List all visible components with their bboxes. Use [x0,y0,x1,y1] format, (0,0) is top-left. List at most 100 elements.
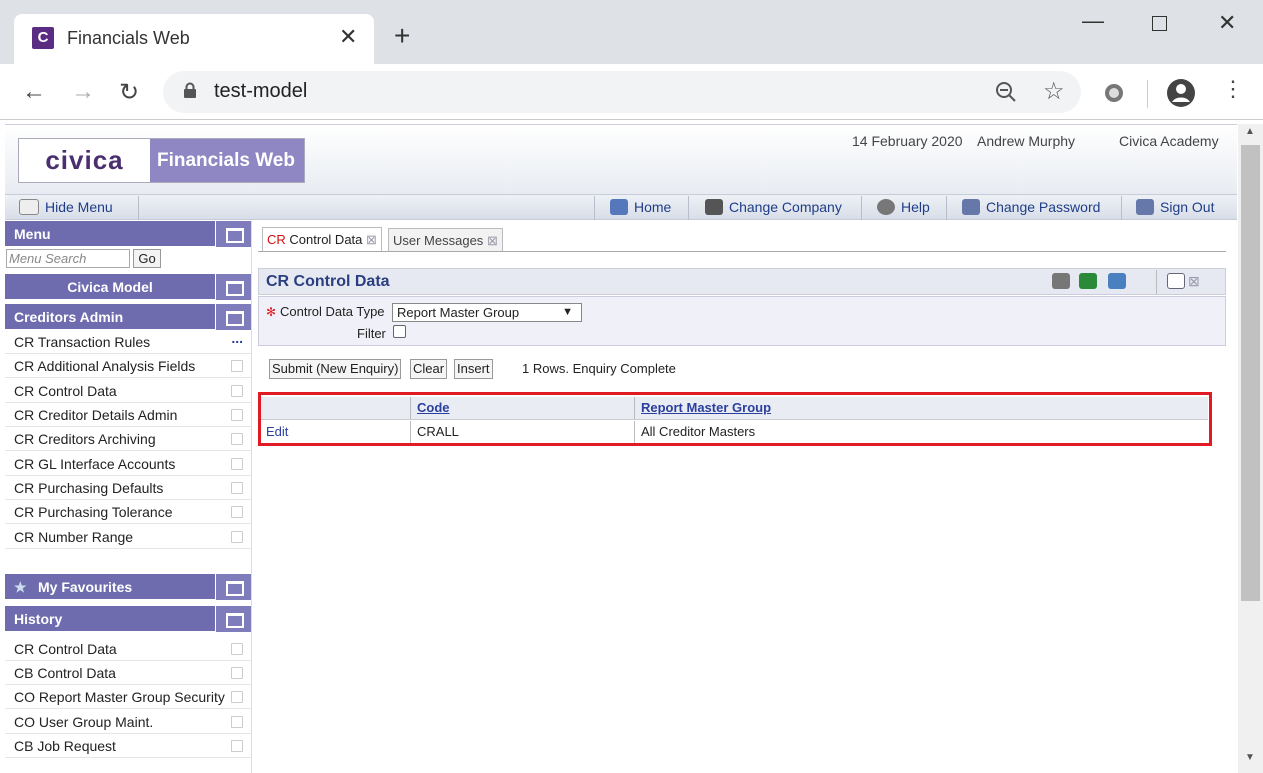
sidebar-item-label: CR Creditor Details Admin [14,407,178,423]
open-external-icon[interactable] [231,531,243,543]
open-external-icon[interactable] [231,506,243,518]
zoom-out-icon[interactable] [995,81,1017,103]
change-password-link[interactable]: Change Password [962,199,1100,215]
history-item[interactable]: CR Control Data [5,637,251,661]
print-icon[interactable] [1052,273,1070,289]
favourites-panel-header[interactable]: ★ My Favourites [5,574,251,600]
submit-button[interactable]: Submit (New Enquiry) [269,359,402,379]
control-type-select[interactable]: Report Master Group ▼ [392,303,582,322]
menubar-divider [1121,196,1122,220]
history-item-label: CB Control Data [14,665,116,681]
panel-toggle-icon[interactable] [215,574,251,600]
open-external-icon[interactable] [231,385,243,397]
dropdown-arrow-icon: ▼ [562,306,573,318]
home-link[interactable]: Home [610,199,671,215]
hide-menu-icon [19,199,39,215]
history-item[interactable]: CB Control Data [5,661,251,685]
sidebar-item[interactable]: CR Number Range [5,525,251,549]
sign-out-link[interactable]: Sign Out [1136,199,1214,215]
panel-toggle-icon[interactable] [215,606,251,632]
history-panel-header[interactable]: History [5,606,251,632]
page-title: CR Control Data [266,273,390,290]
clear-button[interactable]: Clear [410,359,448,379]
scroll-up-icon[interactable]: ▲ [1245,126,1255,137]
open-external-icon[interactable] [231,643,243,655]
hide-menu-button[interactable]: Hide Menu [19,199,113,215]
sidebar-item[interactable]: CR Transaction Rules... [5,330,251,354]
open-external-icon[interactable] [231,716,243,728]
scrollbar-thumb[interactable] [1241,145,1260,601]
history-item[interactable]: CO User Group Maint. [5,710,251,734]
tab-cr-control-data[interactable]: CR Control Data ⊠ [262,227,382,252]
window-close-icon[interactable]: ✕ [1218,10,1236,36]
sidebar-item[interactable]: CR Creditor Details Admin [5,403,251,427]
address-bar[interactable]: test-model ☆ [163,71,1081,113]
sidebar-item[interactable]: CR Purchasing Defaults [5,476,251,500]
open-external-icon[interactable] [231,667,243,679]
bookmark-star-icon[interactable]: ☆ [1043,77,1065,106]
document-export-icon[interactable] [1108,273,1126,289]
back-arrow-icon[interactable]: ← [22,78,46,106]
help-link[interactable]: Help [877,199,930,215]
more-icon[interactable]: ... [231,326,243,350]
sidebar-item[interactable]: CR Purchasing Tolerance [5,500,251,524]
header-date: 14 February 2020 [852,133,963,149]
open-external-icon[interactable] [231,482,243,494]
change-company-link[interactable]: Change Company [705,199,842,215]
close-panel-icon[interactable]: ⊠ [1188,273,1200,290]
status-text: 1 Rows. Enquiry Complete [522,361,676,376]
new-tab-icon[interactable]: + [394,22,410,50]
sidebar-item-label: CR GL Interface Accounts [14,456,176,472]
history-title: History [14,611,63,627]
sidebar-item-label: CR Creditors Archiving [14,431,156,447]
profile-avatar-icon[interactable] [1166,78,1196,108]
forward-arrow-icon[interactable]: → [71,78,95,106]
go-button[interactable]: Go [133,249,161,268]
open-external-icon[interactable] [231,458,243,470]
sidebar: Menu Menu Search Go Civica Model Credito… [5,221,252,773]
open-external-icon[interactable] [231,740,243,752]
open-external-icon[interactable] [231,433,243,445]
reload-icon[interactable]: ↻ [119,78,139,107]
highlight-box [258,392,1212,446]
required-asterisk-icon: ✻ [266,305,277,319]
extension-icon[interactable] [1103,82,1125,104]
sidebar-item[interactable]: CR GL Interface Accounts [5,452,251,476]
insert-button[interactable]: Insert [454,359,493,379]
history-item[interactable]: CO Report Master Group Security [5,685,251,709]
toolbar-divider [1147,80,1148,108]
civica-favicon-icon: C [32,27,54,49]
sidebar-item[interactable]: CR Creditors Archiving [5,427,251,451]
close-tab-icon[interactable]: ✕ [339,24,357,50]
excel-export-icon[interactable] [1079,273,1097,289]
sidebar-item[interactable]: CR Control Data [5,379,251,403]
minimize-icon[interactable]: — [1082,8,1104,34]
window-toggle-icon[interactable] [1167,273,1185,289]
close-tab-icon[interactable]: ⊠ [366,232,377,247]
page-titlebar: CR Control Data ⊠ [258,268,1226,295]
sidebar-item[interactable]: CR Additional Analysis Fields [5,354,251,378]
filter-checkbox[interactable] [393,325,406,338]
open-external-icon[interactable] [231,360,243,372]
open-external-icon[interactable] [231,409,243,421]
panel-toggle-icon[interactable] [215,221,251,247]
menu-search-input[interactable]: Menu Search [6,249,130,268]
panel-toggle-icon[interactable] [215,274,251,300]
sidebar-item-label: CR Purchasing Tolerance [14,504,173,520]
creditors-admin-header[interactable]: Creditors Admin [5,304,251,330]
browser-tab-title: Financials Web [67,28,190,48]
header-org: Civica Academy [1119,133,1219,149]
scroll-down-icon[interactable]: ▼ [1245,752,1255,763]
open-external-icon[interactable] [231,691,243,703]
select-value: Report Master Group [397,305,520,320]
lock-icon [184,82,196,98]
model-panel-header[interactable]: Civica Model [5,274,251,300]
browser-tab[interactable]: C Financials Web ✕ [14,14,374,64]
browser-menu-icon[interactable]: ⋮ [1222,78,1244,100]
change-password-label: Change Password [986,199,1101,215]
menubar-divider [594,196,595,220]
tab-user-messages[interactable]: User Messages ⊠ [388,228,503,252]
history-item[interactable]: CB Job Request [5,734,251,758]
maximize-icon[interactable] [1152,16,1167,31]
close-tab-icon[interactable]: ⊠ [487,233,498,248]
